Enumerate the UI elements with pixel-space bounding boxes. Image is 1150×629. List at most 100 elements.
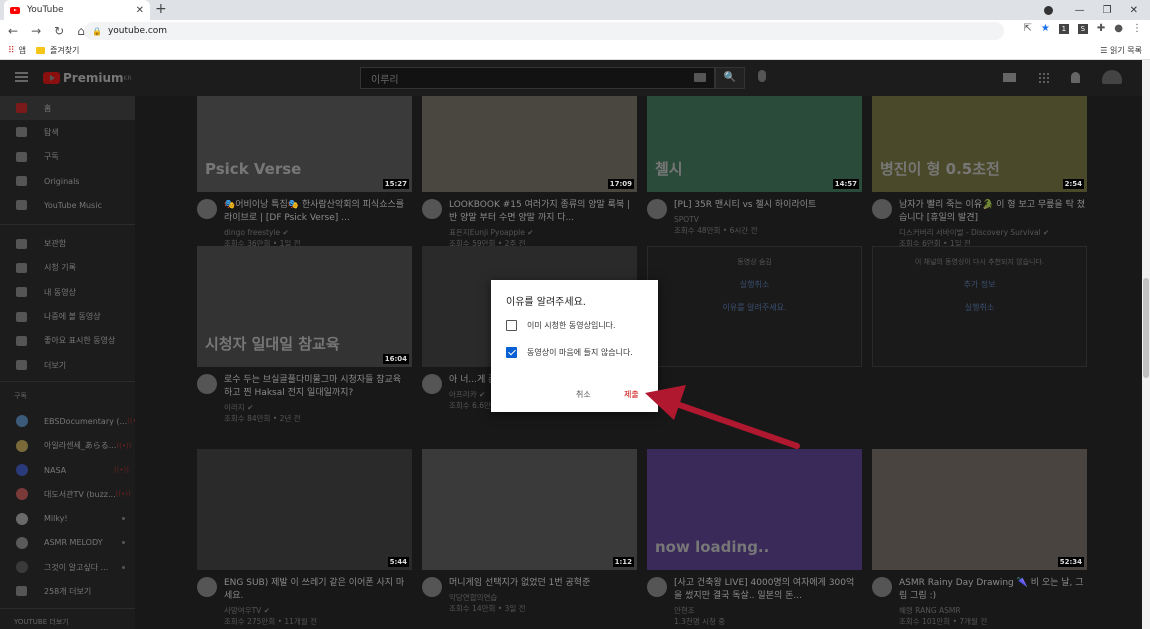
sidebar-subscription[interactable]: Milky!: [0, 506, 135, 530]
extension-s-icon[interactable]: S: [1077, 23, 1088, 34]
channel-avatar[interactable]: [872, 199, 892, 219]
video-title[interactable]: 남자가 빨리 죽는 이유🐊 이 형 보고 무릎을 탁 쳤습니다 [휴일의 발견]: [899, 199, 1087, 225]
channel-avatar[interactable]: [422, 374, 442, 394]
video-thumbnail[interactable]: 1:12: [422, 449, 637, 570]
submit-button[interactable]: 제출: [624, 389, 639, 400]
video-title[interactable]: 🎭어비이낭 특집🎭 한사람산악회의 피식쇼스를 라이브로 | [DF Psick…: [224, 199, 412, 225]
video-title[interactable]: 머니게임 선택지가 없었던 1번 공혁준: [449, 577, 637, 590]
video-title[interactable]: ENG SUB) 제발 이 쓰레기 같은 이어폰 사지 마세요.: [224, 577, 412, 603]
search-input[interactable]: 이루리: [360, 67, 715, 89]
sidebar-item-music[interactable]: YouTube Music: [0, 193, 135, 217]
extension-1-icon[interactable]: 1: [1058, 23, 1069, 34]
sidebar-subscription[interactable]: 대도서관TV (buzz... ((•)): [0, 482, 135, 506]
new-tab-icon[interactable]: +: [155, 1, 167, 17]
puzzle-icon[interactable]: ✚: [1097, 23, 1105, 34]
option-dont-like[interactable]: 동영상이 마음에 들지 않습니다.: [506, 347, 633, 358]
restore-icon[interactable]: ❐: [1103, 5, 1112, 16]
video-thumbnail[interactable]: 17:09: [422, 96, 637, 192]
sidebar-item-subscriptions[interactable]: 구독: [0, 145, 135, 169]
sidebar-item-liked[interactable]: 좋아요 표시한 동영상: [0, 329, 135, 353]
record-icon[interactable]: [1043, 5, 1053, 15]
sidebar-item-explore[interactable]: 탐색: [0, 120, 135, 144]
video-card[interactable]: 52:34 ASMR Rainy Day Drawing 🌂 비 오는 날, 그림…: [872, 449, 1087, 627]
sidebar-item-your-videos[interactable]: 내 동영상: [0, 280, 135, 304]
reload-icon[interactable]: ↻: [54, 24, 64, 38]
reading-list[interactable]: ☰ 읽기 목록: [1100, 45, 1142, 56]
channel-name[interactable]: 혜령 RANG ASMR: [899, 605, 1087, 616]
video-card[interactable]: 17:09 LOOKBOOK #15 여러가지 종류의 양말 룩북 | 반 양말 …: [422, 96, 637, 249]
sidebar-item-watch-later[interactable]: 나중에 볼 동영상: [0, 304, 135, 328]
cancel-button[interactable]: 취소: [576, 389, 591, 400]
create-video-icon[interactable]: [1003, 72, 1016, 82]
video-title[interactable]: LOOKBOOK #15 여러가지 종류의 양말 룩북 | 반 양말 부터 수면…: [449, 199, 637, 225]
keyboard-icon[interactable]: [694, 73, 706, 82]
video-card[interactable]: 1:12 머니게임 선택지가 없었던 1번 공혁준 악당연합의연습 조회수 14만회 …: [422, 449, 637, 614]
channel-name[interactable]: 이라지 ✔: [224, 402, 412, 413]
channel-avatar[interactable]: [197, 577, 217, 597]
profile-icon[interactable]: ●: [1114, 23, 1123, 34]
page-scrollbar[interactable]: [1142, 60, 1150, 629]
video-card[interactable]: 병진이 형 0.5초전 2:54 남자가 빨리 죽는 이유🐊 이 형 보고 무릎을 …: [872, 96, 1087, 249]
sidebar-item-chevron-down[interactable]: 더보기: [0, 353, 135, 377]
sidebar-subscription[interactable]: 아일라센세_あらる... ((•)): [0, 434, 135, 458]
share-icon[interactable]: ⇱: [1024, 23, 1032, 34]
checkbox-dont-like[interactable]: [506, 347, 517, 358]
video-card[interactable]: 시청자 일대일 참교육 16:04 로수 두는 브실골플다미물그마 시청자들 참교육…: [197, 246, 412, 424]
video-card[interactable]: Psick Verse 15:27 🎭어비이낭 특집🎭 한사람산악회의 피식쇼스를 …: [197, 96, 412, 249]
checkbox-already-watched[interactable]: [506, 320, 517, 331]
channel-avatar[interactable]: [647, 577, 667, 597]
hidden-action-1[interactable]: 추가 정보: [873, 279, 1086, 290]
video-thumbnail[interactable]: 시청자 일대일 참교육 16:04: [197, 246, 412, 367]
video-thumbnail[interactable]: 5:44: [197, 449, 412, 570]
hidden-action-2[interactable]: 실행취소: [873, 302, 1086, 313]
video-thumbnail[interactable]: 52:34: [872, 449, 1087, 570]
browser-tab-youtube[interactable]: YouTube ✕: [4, 0, 150, 20]
forward-icon[interactable]: →: [31, 24, 41, 38]
video-thumbnail[interactable]: 병진이 형 0.5초전 2:54: [872, 96, 1087, 192]
back-icon[interactable]: ←: [8, 24, 18, 38]
youtube-premium-logo[interactable]: Premium KR: [43, 71, 132, 85]
sidebar-item-originals[interactable]: Originals: [0, 169, 135, 193]
sidebar-subscription[interactable]: EBSDocumentary (...((•)): [0, 409, 135, 433]
video-title[interactable]: ASMR Rainy Day Drawing 🌂 비 오는 날, 그림 그림 :…: [899, 577, 1087, 603]
sidebar-subscription[interactable]: NASA ((•)): [0, 458, 135, 482]
video-title[interactable]: [사고 건축왕 LIVE] 4000명의 여자에게 300억을 썼지만 결국 독…: [674, 577, 862, 603]
bookmark-favorites[interactable]: 즐겨찾기: [50, 45, 79, 56]
channel-avatar[interactable]: [872, 577, 892, 597]
apps-grid-icon[interactable]: ⠿: [8, 46, 15, 56]
minimize-icon[interactable]: —: [1075, 5, 1085, 16]
video-card[interactable]: 5:44 ENG SUB) 제발 이 쓰레기 같은 이어폰 사지 마세요. 사망여우…: [197, 449, 412, 627]
channel-avatar[interactable]: [422, 577, 442, 597]
close-window-icon[interactable]: ✕: [1130, 5, 1138, 16]
notifications-bell-icon[interactable]: [1071, 71, 1080, 83]
video-title[interactable]: [PL] 35R 맨시티 vs 첼시 하이라이트: [674, 199, 862, 212]
channel-name[interactable]: SPOTV: [674, 214, 862, 225]
option-already-watched[interactable]: 이미 시청한 동영상입니다.: [506, 320, 616, 331]
channel-name[interactable]: 디스커버리 서바이벌 - Discovery Survival ✔: [899, 227, 1087, 238]
hamburger-menu-icon[interactable]: [15, 72, 28, 82]
channel-name[interactable]: 안현조: [674, 605, 862, 616]
video-thumbnail[interactable]: 첼시 14:57: [647, 96, 862, 192]
account-avatar[interactable]: [1102, 70, 1122, 84]
channel-name[interactable]: dingo freestyle ✔: [224, 227, 412, 238]
video-thumbnail[interactable]: Psick Verse 15:27: [197, 96, 412, 192]
sidebar-item-history[interactable]: 시청 기록: [0, 256, 135, 280]
menu-kebab-icon[interactable]: ⋮: [1132, 23, 1142, 34]
video-thumbnail[interactable]: now loading..: [647, 449, 862, 570]
apps-icon[interactable]: [1038, 71, 1049, 83]
channel-avatar[interactable]: [197, 374, 217, 394]
video-card[interactable]: 첼시 14:57 [PL] 35R 맨시티 vs 첼시 하이라이트 SPOTV 조회수 …: [647, 96, 862, 236]
url-field[interactable]: 🔒 youtube.com: [84, 22, 1004, 40]
video-title[interactable]: 로수 두는 브실골플다미물그마 시청자들 참교육 하고 찐 Haksal 전지 …: [224, 374, 412, 400]
sidebar-item-library[interactable]: 보관함: [0, 231, 135, 255]
sidebar-subscription[interactable]: 그것이 알고싶다 ...: [0, 555, 135, 579]
hidden-action-1[interactable]: 실행취소: [648, 279, 861, 290]
sidebar-subscription[interactable]: 258개 더보기: [0, 579, 135, 603]
microphone-icon[interactable]: [758, 70, 766, 82]
bookmark-apps[interactable]: 앱: [19, 45, 26, 56]
sidebar-item-home[interactable]: 홈: [0, 96, 135, 121]
channel-name[interactable]: 표은지Eunji Pyoapple ✔: [449, 227, 637, 238]
channel-avatar[interactable]: [197, 199, 217, 219]
close-tab-icon[interactable]: ✕: [136, 5, 144, 16]
hidden-action-2[interactable]: 이유를 알려주세요.: [648, 302, 861, 313]
